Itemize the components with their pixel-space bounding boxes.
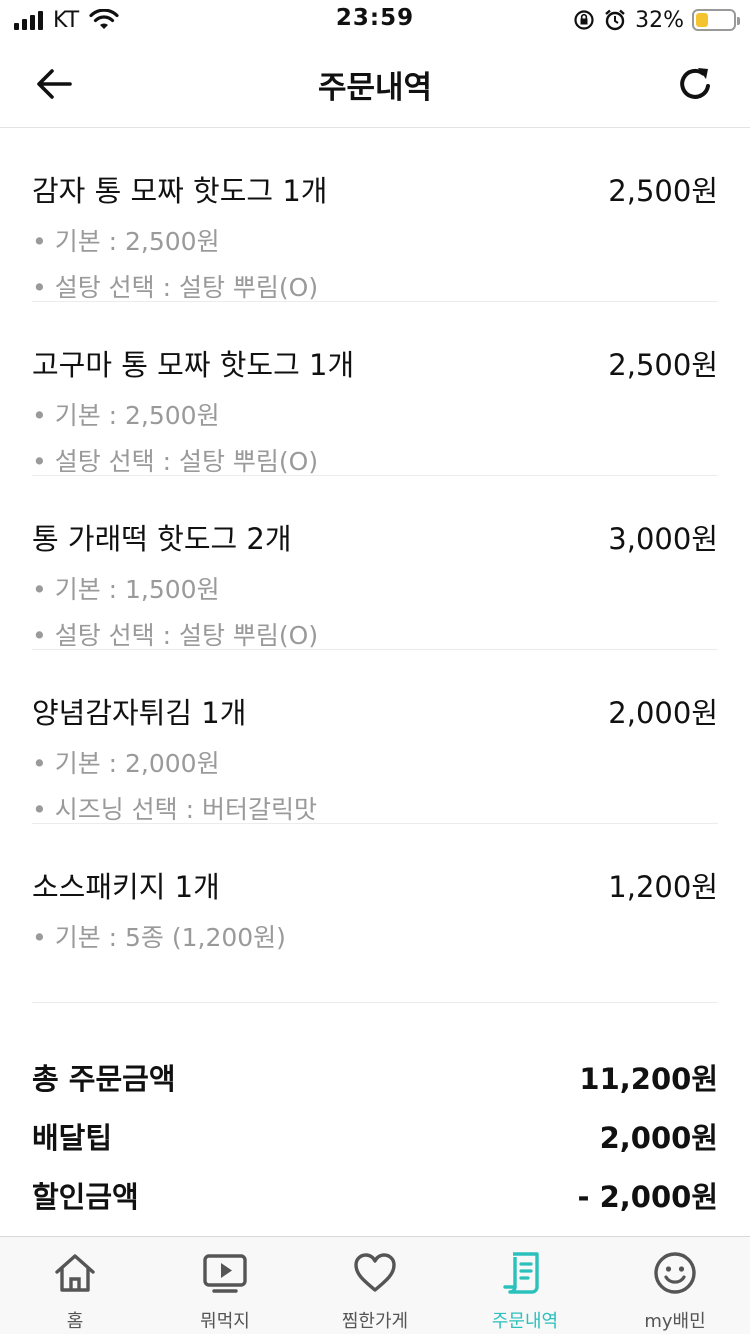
tab-order-history[interactable]: 주문내역: [450, 1237, 600, 1334]
item-option: • 기본 : 2,000원: [32, 749, 220, 778]
item-title: 고구마 통 모짜 핫도그 1개: [32, 348, 355, 382]
item-price: 3,000원: [608, 522, 718, 556]
play-screen-icon: [203, 1254, 247, 1293]
tab-bar: 홈 뭐먹지 찜한가게 주문내역 my배민: [0, 1236, 750, 1334]
item-price: 2,000원: [608, 696, 718, 730]
order-item: 감자 통 모짜 핫도그 1개 2,500원 • 기본 : 2,500원 • 설탕…: [32, 128, 718, 302]
total-order-label: 총 주문금액: [32, 1062, 176, 1096]
smiley-icon: [654, 1252, 696, 1294]
rotation-lock-icon: [574, 10, 594, 30]
item-option: • 설탕 선택 : 설탕 뿌림(O): [32, 273, 319, 302]
order-item: 소스패키지 1개 1,200원 • 기본 : 5종 (1,200원): [32, 824, 718, 998]
item-option: • 기본 : 1,500원: [32, 575, 220, 604]
discount-value: - 2,000원: [577, 1180, 718, 1214]
delivery-tip-value: 2,000원: [599, 1121, 718, 1155]
home-icon: [55, 1254, 95, 1292]
page-title: 주문내역: [317, 70, 433, 106]
nav-bar: 주문내역: [0, 40, 750, 128]
refresh-icon[interactable]: [676, 64, 716, 104]
receipt-icon: [503, 1252, 539, 1294]
tab-label: 주문내역: [491, 1311, 559, 1332]
item-option: • 기본 : 5종 (1,200원): [32, 923, 286, 952]
heart-icon: [354, 1253, 396, 1292]
item-title: 양념감자튀김 1개: [32, 696, 247, 730]
battery-level: [696, 13, 708, 27]
tab-label: 홈: [66, 1311, 84, 1332]
item-option: • 기본 : 2,500원: [32, 227, 220, 256]
order-list: 감자 통 모짜 핫도그 1개 2,500원 • 기본 : 2,500원 • 설탕…: [32, 128, 718, 998]
tab-what-to-eat[interactable]: 뭐먹지: [150, 1237, 300, 1334]
tab-favorites[interactable]: 찜한가게: [300, 1237, 450, 1334]
discount-row: 할인금액 - 2,000원: [32, 1174, 718, 1214]
tab-label: 뭐먹지: [200, 1311, 250, 1332]
item-price: 1,200원: [608, 870, 718, 904]
tab-label: 찜한가게: [341, 1311, 409, 1332]
arrow-left-icon[interactable]: [34, 64, 74, 104]
item-title: 감자 통 모짜 핫도그 1개: [32, 174, 328, 208]
alarm-icon: [605, 9, 625, 31]
delivery-tip-row: 배달팁 2,000원: [32, 1115, 718, 1155]
battery-icon: [692, 9, 740, 31]
item-title: 소스패키지 1개: [32, 870, 220, 904]
item-title: 통 가래떡 핫도그 2개: [32, 522, 292, 556]
item-price: 2,500원: [608, 348, 718, 382]
total-order-value: 11,200원: [579, 1062, 718, 1096]
total-order-row: 총 주문금액 11,200원: [32, 1056, 718, 1096]
battery-percent: 32%: [635, 7, 684, 33]
item-option: • 기본 : 2,500원: [32, 401, 220, 430]
item-option: • 시즈닝 선택 : 버터갈릭맛: [32, 795, 317, 824]
tab-home[interactable]: 홈: [0, 1237, 150, 1334]
item-option: • 설탕 선택 : 설탕 뿌림(O): [32, 621, 319, 650]
item-option: • 설탕 선택 : 설탕 뿌림(O): [32, 447, 319, 476]
delivery-tip-label: 배달팁: [32, 1121, 113, 1155]
summary-divider: [32, 1002, 718, 1003]
order-item: 양념감자튀김 1개 2,000원 • 기본 : 2,000원 • 시즈닝 선택 …: [32, 650, 718, 824]
item-price: 2,500원: [608, 174, 718, 208]
tab-my-baemin[interactable]: my배민: [600, 1237, 750, 1334]
tab-label: my배민: [644, 1311, 706, 1332]
discount-label: 할인금액: [32, 1180, 139, 1214]
order-item: 고구마 통 모짜 핫도그 1개 2,500원 • 기본 : 2,500원 • 설…: [32, 302, 718, 476]
status-bar: KT 23:59 32%: [0, 0, 750, 40]
order-item: 통 가래떡 핫도그 2개 3,000원 • 기본 : 1,500원 • 설탕 선…: [32, 476, 718, 650]
status-right: 32%: [573, 6, 740, 34]
